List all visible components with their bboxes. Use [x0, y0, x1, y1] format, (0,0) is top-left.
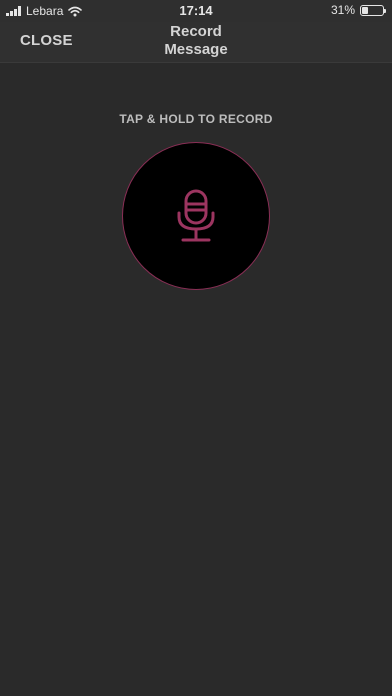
page-title-line2: Message: [164, 41, 228, 58]
record-button[interactable]: [122, 142, 270, 290]
status-bar: Lebara 17:14 31%: [0, 0, 392, 22]
status-right: 31%: [330, 3, 386, 17]
battery-icon: [360, 4, 386, 16]
battery-percentage: 31%: [330, 3, 355, 17]
battery-fill: [362, 6, 369, 14]
page-title: Record Message: [0, 23, 392, 59]
navigation-bar: CLOSE Record Message: [0, 22, 392, 63]
page-title-line1: Record: [170, 23, 222, 40]
microphone-icon: [177, 189, 215, 242]
record-instruction: TAP & HOLD TO RECORD: [119, 112, 273, 126]
